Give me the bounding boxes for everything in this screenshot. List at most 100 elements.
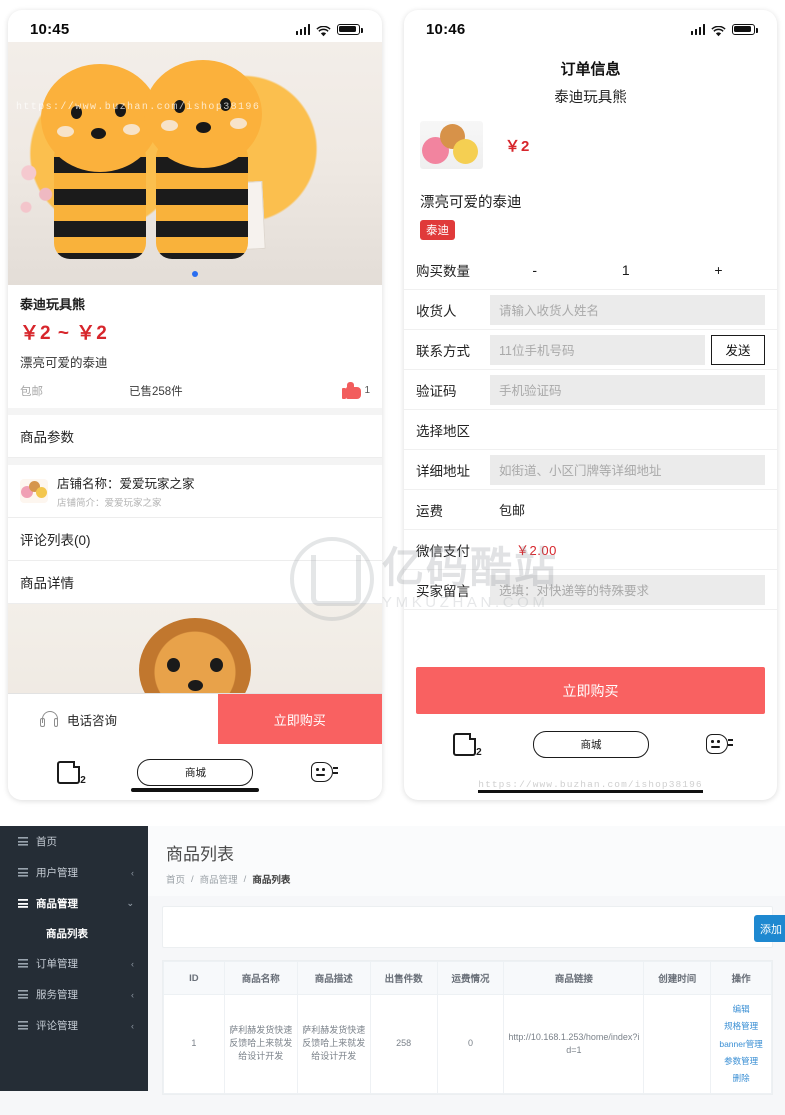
cell-actions: 编辑 规格管理 banner管理 参数管理 删除	[710, 994, 772, 1094]
col-product-name: 商品名称	[223, 961, 298, 995]
signal-icon	[690, 23, 705, 35]
receiver-label: 收货人	[416, 303, 457, 319]
call-consult-button[interactable]: 电话咨询	[8, 694, 218, 744]
order-product-desc: 漂亮可爱的泰迪	[420, 195, 522, 211]
section-comment-list[interactable]: 评论列表(0)	[8, 518, 382, 561]
admin-toolbar-card: 添加	[162, 906, 785, 948]
sold-count: 已售258件	[129, 385, 183, 398]
order-buy-now-button[interactable]: 立即购买	[416, 667, 765, 714]
sidebar-item-product-management[interactable]: 商品管理 ⌄	[0, 888, 148, 919]
cell-product-link: http://10.168.1.253/home/index?id=1	[503, 994, 645, 1094]
wifi-icon	[711, 24, 726, 36]
smiley-menu-icon[interactable]	[311, 762, 339, 782]
admin-panel: 首页 用户管理 ‹ 商品管理 ⌄ 商品列表 订单管理 ‹ 服务管理 ‹ 评论管理…	[0, 826, 785, 1115]
like-indicator[interactable]: 1	[342, 382, 370, 399]
sidebar-item-home[interactable]: 首页	[0, 826, 148, 857]
cell-created-time	[643, 994, 712, 1094]
field-region[interactable]: 选择地区	[404, 410, 777, 450]
shop-card[interactable]: 店铺名称：爱爱玩家之家 店铺简介：爱爱玩家之家	[8, 465, 382, 518]
order-product-name: 泰迪玩具熊	[554, 90, 627, 106]
col-sold-count: 出售件数	[369, 961, 438, 995]
freight-value: 包邮	[499, 503, 526, 518]
status-bar: 10:46	[404, 10, 777, 42]
call-consult-label: 电话咨询	[67, 713, 118, 728]
field-receiver: 收货人 请输入收货人姓名	[404, 290, 777, 330]
col-actions: 操作	[710, 961, 772, 995]
sidebar-item-label: 服务管理	[36, 989, 78, 1001]
send-code-button[interactable]: 发送	[711, 334, 765, 365]
pages-icon[interactable]	[56, 760, 86, 786]
contact-input[interactable]: 11位手机号码	[490, 334, 705, 365]
footer-url-watermark: https://www.buzhan.com/ishop38196	[404, 779, 777, 793]
product-detail-phone: 10:45 https://www.buzhan.com/ishop38196 …	[8, 10, 382, 800]
col-freight: 运费情况	[436, 961, 505, 995]
gallery-page-dot[interactable]	[192, 271, 198, 277]
breadcrumb-item-product-management[interactable]: 商品管理	[200, 872, 238, 886]
sidebar-item-label: 用户管理	[36, 867, 78, 879]
sidebar-item-order-management[interactable]: 订单管理 ‹	[0, 948, 148, 979]
shop-avatar-icon	[20, 479, 48, 503]
sidebar-item-user-management[interactable]: 用户管理 ‹	[0, 857, 148, 888]
sidebar-item-comment-management[interactable]: 评论管理 ‹	[0, 1010, 148, 1041]
field-buyer-note: 买家留言 选填：对快递等的特殊要求	[404, 570, 777, 610]
product-table: ID 商品名称 商品描述 出售件数 运费情况 商品链接 创建时间 操作 1 萨利…	[163, 961, 772, 1094]
breadcrumb-item-home[interactable]: 首页	[166, 872, 185, 886]
plush-bee-left-head	[41, 64, 159, 172]
action-edit[interactable]: 编辑	[733, 1003, 750, 1015]
smiley-menu-icon[interactable]	[706, 734, 734, 754]
status-bar-clock: 10:46	[426, 20, 466, 38]
receiver-input[interactable]: 请输入收货人姓名	[490, 294, 765, 325]
address-label: 详细地址	[416, 463, 470, 479]
action-banner-management[interactable]: banner管理	[719, 1038, 762, 1050]
section-product-detail[interactable]: 商品详情	[8, 561, 382, 604]
product-thumbnail[interactable]	[420, 121, 483, 169]
col-id: ID	[163, 961, 225, 995]
buyer-note-input[interactable]: 选填：对快递等的特殊要求	[490, 574, 765, 605]
breadcrumb-separator: /	[191, 873, 194, 885]
product-meta-row: 包邮 已售258件 1	[8, 378, 382, 408]
field-verify-code: 验证码 手机验证码	[404, 370, 777, 410]
pages-icon[interactable]	[452, 732, 482, 758]
product-title: 泰迪玩具熊	[20, 297, 86, 312]
grid-icon	[18, 990, 28, 999]
battery-icon	[732, 23, 758, 35]
headset-icon	[40, 711, 58, 727]
plush-bee-right-head	[144, 60, 262, 168]
address-input[interactable]: 如街道、小区门牌等详细地址	[490, 454, 765, 485]
cell-product-name: 萨利赫发货快速反馈哈上来就发给设计开发	[223, 994, 298, 1094]
thumbs-up-icon	[342, 382, 362, 399]
product-tag-badge: 泰迪	[420, 220, 455, 240]
sidebar-item-label: 订单管理	[36, 958, 78, 970]
sidebar-item-product-list[interactable]: 商品列表	[0, 919, 148, 948]
browser-tab-bar: 商城	[404, 720, 777, 768]
shop-intro: 店铺简介：爱爱玩家之家	[57, 498, 162, 509]
breadcrumb: 首页 / 商品管理 / 商品列表	[166, 872, 767, 887]
table-header-row: ID 商品名称 商品描述 出售件数 运费情况 商品链接 创建时间 操作	[163, 961, 772, 995]
status-bar-icons	[295, 23, 363, 36]
verify-code-input[interactable]: 手机验证码	[490, 374, 765, 405]
sidebar-item-label: 商品管理	[36, 898, 78, 910]
product-action-bar: 电话咨询 立即购买	[8, 693, 382, 744]
cell-id: 1	[163, 994, 225, 1094]
section-product-params[interactable]: 商品参数	[8, 415, 382, 458]
product-gallery[interactable]: https://www.buzhan.com/ishop38196	[8, 42, 382, 285]
mall-tab-button[interactable]: 商城	[137, 758, 254, 786]
payment-amount: ￥2.00	[516, 543, 557, 558]
cell-freight: 0	[436, 994, 505, 1094]
breadcrumb-separator: /	[243, 873, 247, 885]
action-param-management[interactable]: 参数管理	[724, 1055, 758, 1067]
status-bar-icons	[690, 23, 758, 36]
gallery-watermark: https://www.buzhan.com/ishop38196	[16, 102, 261, 113]
quantity-increase-button[interactable]: +	[714, 262, 722, 278]
buy-now-button[interactable]: 立即购买	[217, 694, 382, 744]
action-spec-management[interactable]: 规格管理	[724, 1020, 758, 1032]
grid-icon	[18, 837, 28, 846]
verify-code-label: 验证码	[416, 383, 457, 399]
quantity-decrease-button[interactable]: -	[532, 262, 537, 278]
add-product-button[interactable]: 添加	[754, 915, 785, 942]
shop-name: 店铺名称：爱爱玩家之家	[57, 477, 195, 491]
mall-tab-button[interactable]: 商城	[532, 730, 649, 758]
field-payment: 微信支付 ￥2.00	[404, 530, 777, 570]
sidebar-item-service-management[interactable]: 服务管理 ‹	[0, 979, 148, 1010]
action-delete[interactable]: 删除	[733, 1072, 750, 1084]
